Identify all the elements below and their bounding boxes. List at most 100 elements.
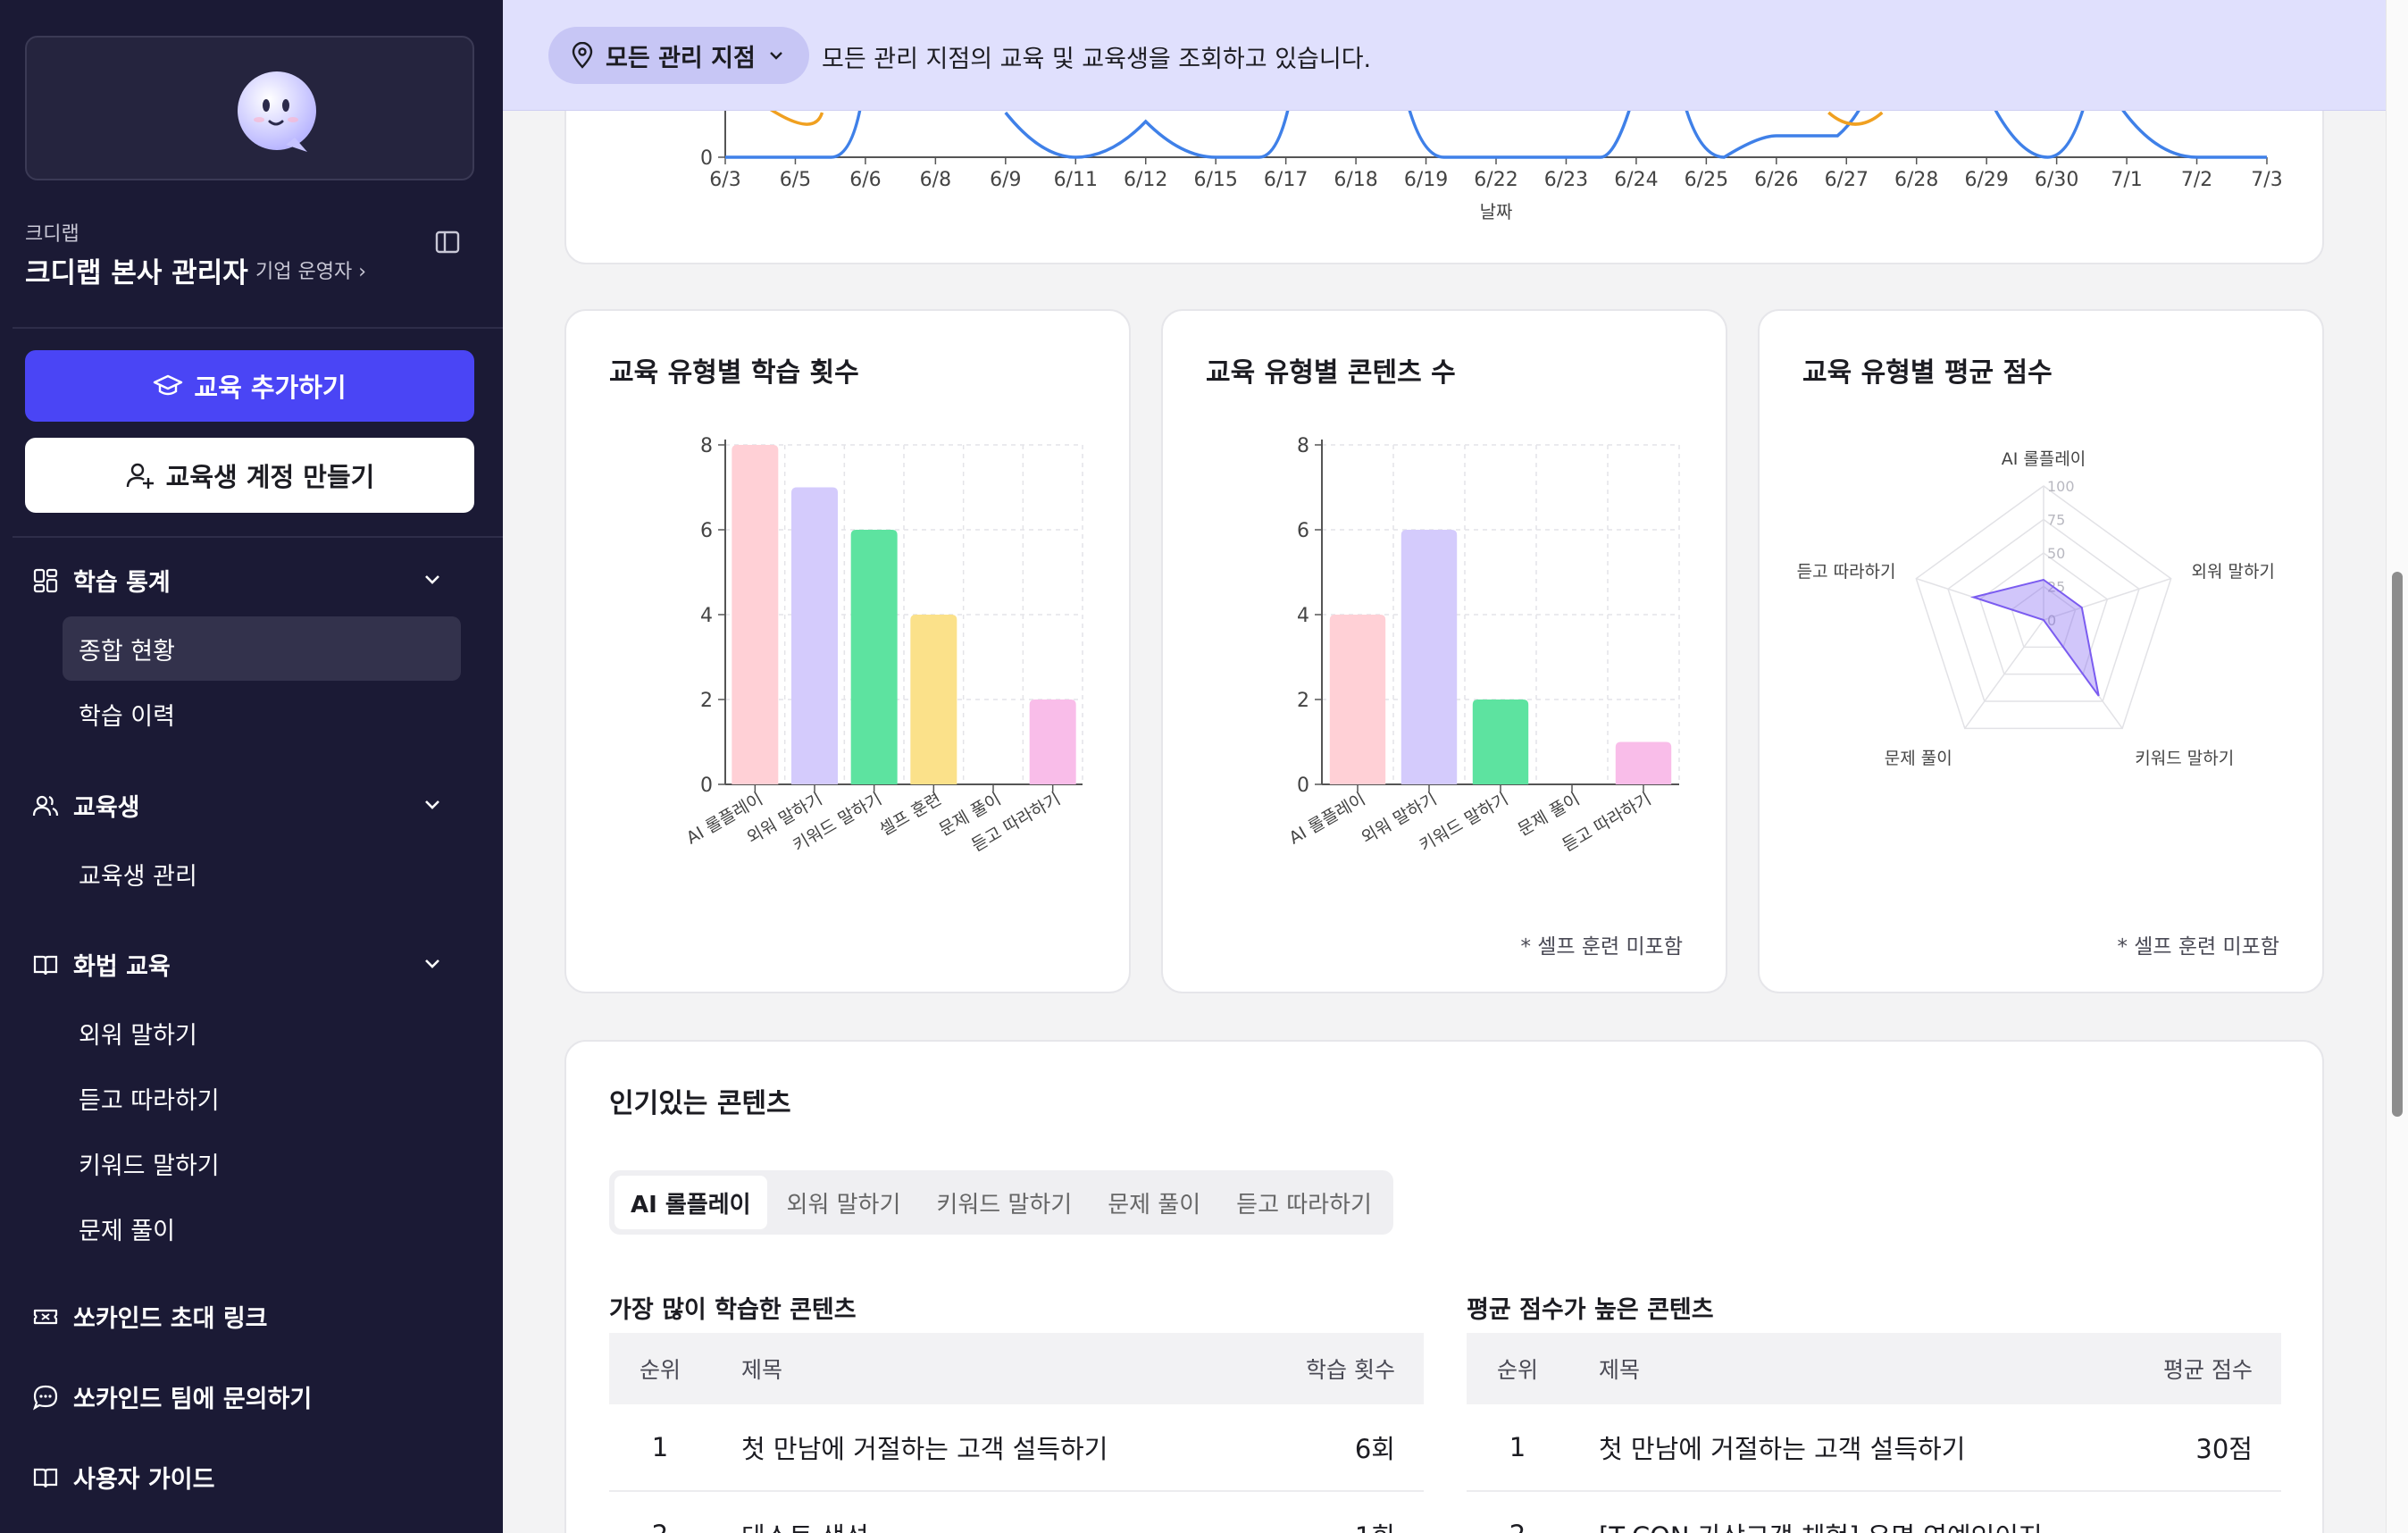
y-tick-label: 4 [1297, 605, 1309, 627]
row-rank: 1 [1509, 1432, 1526, 1462]
chevron-down-icon[interactable] [420, 566, 445, 591]
nav-section-speech[interactable]: 화법 교육 [32, 947, 171, 982]
table-row[interactable]: 2 테스트 생성 1회 [609, 1492, 1424, 1533]
org-name[interactable]: 크디랩 본사 관리자 [25, 250, 248, 290]
bar [910, 615, 957, 784]
y-tick-label: 8 [1297, 435, 1309, 457]
tab-memorize[interactable]: 외워 말하기 [771, 1176, 917, 1229]
table-row[interactable]: 1 첫 만남에 거절하는 고객 설득하기 30점 [1467, 1404, 2281, 1492]
users-icon [32, 795, 59, 816]
top-score-title: 평균 점수가 높은 콘텐츠 [1467, 1296, 1714, 1324]
bar [1615, 741, 1672, 784]
nav-item-keyword[interactable]: 키워드 말하기 [63, 1131, 461, 1195]
card-title: 교육 유형별 학습 횟수 [609, 357, 859, 389]
top-score-table: 순위 제목 평균 점수 1 첫 만남에 거절하는 고객 설득하기 30점 2 [… [1467, 1333, 2281, 1533]
row-title: 첫 만남에 거절하는 고객 설득하기 [741, 1434, 1108, 1464]
header-rank: 순위 [1496, 1357, 1538, 1383]
invite-link[interactable]: 쏘카인드 초대 링크 [32, 1299, 268, 1334]
user-guide-label: 사용자 가이드 [73, 1466, 215, 1494]
content-type-tabs: AI 롤플레이 외워 말하기 키워드 말하기 문제 풀이 듣고 따라하기 [609, 1170, 1393, 1235]
sidebar-toggle-icon[interactable] [434, 229, 461, 256]
user-guide-link[interactable]: 사용자 가이드 [32, 1460, 214, 1495]
x-tick-label: 6/24 [1614, 169, 1658, 191]
nav-section-stats[interactable]: 학습 통계 [32, 563, 171, 598]
y-tick-label: 8 [700, 435, 713, 457]
most-learned-title: 가장 많이 학습한 콘텐츠 [609, 1296, 857, 1324]
user-plus-icon [126, 463, 154, 489]
nav-item-memorize[interactable]: 외워 말하기 [63, 1001, 461, 1065]
nav-item-trainee-manage[interactable]: 교육생 관리 [63, 842, 461, 906]
nav-item-listen-repeat[interactable]: 듣고 따라하기 [63, 1066, 461, 1130]
chevron-down-icon [769, 52, 782, 60]
chevron-down-icon[interactable] [420, 792, 445, 817]
add-education-button[interactable]: 교육 추가하기 [25, 350, 474, 422]
org-role[interactable]: 기업 운영자 › [255, 256, 366, 284]
ticket-icon [33, 1309, 58, 1324]
logo-card[interactable] [25, 36, 474, 180]
x-tick-label: 7/2 [2181, 169, 2212, 191]
table-header: 순위 제목 평균 점수 [1467, 1333, 2281, 1404]
tab-quiz[interactable]: 문제 풀이 [1091, 1176, 1217, 1229]
row-title: [T-CON 가상고객 체험] 유명 연예인이지 [1568, 1516, 2103, 1533]
nav-section-trainees[interactable]: 교육생 [32, 788, 140, 823]
header-rank: 순위 [639, 1357, 681, 1383]
row-value: 30점 [2195, 1434, 2253, 1464]
nav-item-quiz[interactable]: 문제 풀이 [63, 1196, 461, 1261]
x-tick-label: 6/6 [849, 169, 881, 191]
x-tick-label: 7/3 [2251, 169, 2282, 191]
x-axis-title: 날짜 [1480, 201, 1513, 222]
book-icon [33, 955, 58, 975]
contact-team-link[interactable]: 쏘카인드 팀에 문의하기 [32, 1379, 312, 1414]
scrollbar-thumb[interactable] [2392, 572, 2403, 1117]
radar-axis-label: 키워드 말하기 [2135, 749, 2234, 768]
table-header: 순위 제목 학습 횟수 [609, 1333, 1424, 1404]
create-account-label: 교육생 계정 만들기 [165, 462, 375, 492]
chart-note: * 셀프 훈련 미포함 [2117, 935, 2279, 959]
row-title: 첫 만남에 거절하는 고객 설득하기 [1599, 1434, 1966, 1464]
create-account-button[interactable]: 교육생 계정 만들기 [25, 438, 474, 513]
row-rank: 2 [609, 1520, 711, 1533]
chart-card-learning-count: 교육 유형별 학습 횟수 0 2 4 6 8 AI 롤플레이 외워 말하기 키워드 말하기 셀프… [564, 309, 1131, 993]
chevron-down-icon[interactable] [420, 951, 445, 976]
tab-keyword[interactable]: 키워드 말하기 [920, 1176, 1088, 1229]
row-value: 1회 [1245, 1516, 1424, 1533]
bar [732, 445, 779, 784]
org-sub-label: 크디랩 [25, 223, 79, 246]
nav-item-overview[interactable]: 종합 현황 [63, 616, 461, 681]
x-tick-label: 6/29 [1964, 169, 2008, 191]
table-row[interactable]: 2 [T-CON 가상고객 체험] 유명 연예인이지 [1467, 1492, 2281, 1533]
bar [1400, 530, 1458, 784]
x-tick-label: 6/8 [920, 169, 951, 191]
x-tick-label: 6/5 [780, 169, 811, 191]
row-value: 6회 [1354, 1434, 1395, 1464]
x-tick-label: 6/9 [990, 169, 1021, 191]
chart-note: * 셀프 훈련 미포함 [1520, 935, 1683, 959]
scope-message: 모든 관리 지점의 교육 및 교육생을 조회하고 있습니다. [822, 46, 1372, 73]
table-row[interactable]: 1 첫 만남에 거절하는 고객 설득하기 6회 [609, 1404, 1424, 1492]
radar-axis-label: 듣고 따라하기 [1797, 562, 1896, 582]
chart-card-avg-score: 교육 유형별 평균 점수 0 25 50 75 100 AI 롤플레이 외워 말하기 키워드 … [1758, 309, 2324, 993]
nav-section-label: 교육생 [73, 794, 140, 822]
y-tick-label: 2 [1297, 690, 1309, 712]
sidebar-divider [13, 536, 503, 538]
bar [1029, 699, 1076, 784]
radar-axis-label: AI 롤플레이 [2002, 449, 2086, 469]
radar-axis-label: 문제 풀이 [1885, 749, 1952, 768]
x-tick-label: 6/17 [1264, 169, 1308, 191]
x-tick-label: 6/15 [1193, 169, 1237, 191]
tab-listen-repeat[interactable]: 듣고 따라하기 [1220, 1176, 1388, 1229]
nav-item-history[interactable]: 학습 이력 [63, 682, 461, 746]
radar-axis-label: 외워 말하기 [2191, 562, 2274, 582]
row-title: 테스트 생성 [711, 1516, 1245, 1533]
popular-content-card: 인기있는 콘텐츠 AI 롤플레이 외워 말하기 키워드 말하기 문제 풀이 듣고… [564, 1040, 2324, 1533]
tab-ai-roleplay[interactable]: AI 롤플레이 [615, 1176, 767, 1229]
chat-bubble-icon [33, 1385, 58, 1410]
x-tick-label: AI 롤플레이 [1286, 789, 1369, 848]
nav-section-label: 화법 교육 [73, 953, 171, 981]
x-tick-label: 6/30 [2035, 169, 2078, 191]
y-tick-label: 6 [700, 520, 713, 542]
bar [1329, 615, 1386, 784]
branch-selector[interactable]: 모든 관리 지점 [548, 27, 809, 84]
bar [791, 487, 838, 784]
x-tick-label: 셀프 훈련 [876, 789, 945, 840]
